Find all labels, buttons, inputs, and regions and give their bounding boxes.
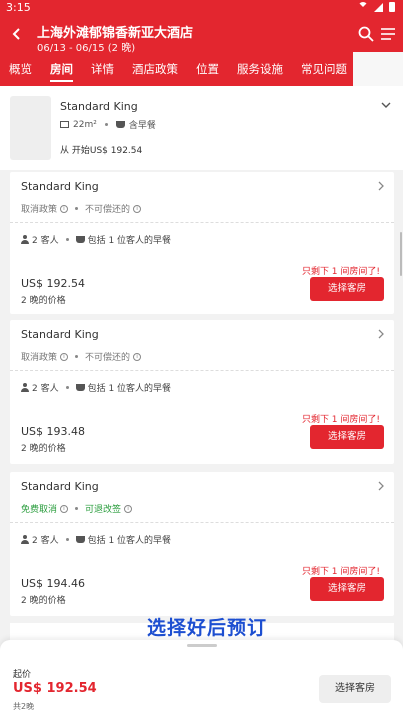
cancellation-policy[interactable]: 免费取消 i 可退改签 i [21, 502, 133, 515]
divider [10, 370, 394, 371]
room-features: 22m² 含早餐 [60, 118, 156, 131]
rooms-left-notice: 只剩下 1 间房间了! [301, 415, 380, 425]
policy-label: 取消政策 [21, 353, 58, 363]
starting-price-label: 起价 [13, 670, 32, 680]
cancellation-policy[interactable]: 取消政策 i 不可偿还的 i [21, 350, 142, 363]
rooms-left-notice: 只剩下 1 间房间了! [301, 567, 380, 577]
rate-offer-card[interactable]: Standard King 免费取消 i 可退改签 i 2 客人 包括 1 位客… [10, 472, 394, 616]
tab-overview[interactable]: 概览 [0, 52, 41, 86]
guests-and-meal: 2 客人 包括 1 位客人的早餐 [21, 233, 171, 246]
policy-detail: 可退改签 [85, 505, 122, 515]
chevron-right-icon[interactable] [377, 328, 385, 340]
offer-price-note: 2 晚的价格 [21, 596, 66, 606]
breakfast-label: 含早餐 [128, 121, 156, 131]
person-icon [21, 535, 29, 544]
offer-price-note: 2 晚的价格 [21, 444, 66, 454]
status-bar: 3:15 [0, 0, 403, 16]
tab-hotel-policy[interactable]: 酒店政策 [123, 52, 187, 86]
divider [10, 222, 394, 223]
offer-room-name: Standard King [21, 180, 99, 193]
tab-overflow-area [353, 52, 403, 86]
offer-room-name: Standard King [21, 328, 99, 341]
room-size: 22m² [73, 119, 97, 130]
search-icon[interactable] [358, 26, 374, 42]
guest-count: 2 客人 [32, 536, 59, 546]
tab-faq[interactable]: 常见问题 [292, 52, 356, 86]
guests-and-meal: 2 客人 包括 1 位客人的早餐 [21, 381, 171, 394]
offer-price: US$ 194.46 [21, 577, 86, 590]
info-icon[interactable]: i [60, 504, 69, 513]
separator-dot [104, 123, 108, 126]
breakfast-icon [75, 536, 85, 543]
menu-icon[interactable] [381, 28, 395, 40]
info-icon[interactable]: i [60, 352, 69, 361]
system-icons [358, 2, 395, 12]
guests-and-meal: 2 客人 包括 1 位客人的早餐 [21, 533, 171, 546]
app-header: 3:15 上海外滩郁锦香新亚大酒店 06/13 - 06/15 (2 晚) 概览… [0, 0, 403, 86]
room-thumbnail [10, 96, 51, 160]
info-icon[interactable]: i [124, 504, 133, 513]
tab-facilities[interactable]: 服务设施 [228, 52, 292, 86]
divider [10, 522, 394, 523]
chevron-down-icon[interactable] [381, 100, 391, 110]
signal-icon [374, 2, 383, 12]
battery-icon [389, 2, 395, 12]
select-room-button[interactable]: 选择客房 [310, 577, 384, 601]
guest-count: 2 客人 [32, 236, 59, 246]
room-from-price: 从 开始US$ 192.54 [60, 146, 143, 156]
person-icon [21, 383, 29, 392]
back-arrow-icon[interactable] [10, 27, 24, 41]
select-room-main-button[interactable]: 选择客房 [319, 675, 391, 703]
room-summary-card[interactable]: Standard King 22m² 含早餐 从 开始US$ 192.54 [0, 86, 403, 170]
offer-price: US$ 192.54 [21, 277, 86, 290]
rate-offer-card[interactable]: Standard King 取消政策 i 不可偿还的 i 2 客人 包括 1 位… [10, 320, 394, 464]
separator-dot [65, 386, 69, 389]
room-name: Standard King [60, 100, 138, 113]
tab-location[interactable]: 位置 [187, 52, 228, 86]
separator-dot [75, 355, 79, 358]
meal-info: 包括 1 位客人的早餐 [87, 384, 172, 394]
offer-price-note: 2 晚的价格 [21, 296, 66, 306]
status-time: 3:15 [6, 1, 31, 14]
info-icon[interactable]: i [133, 352, 142, 361]
rooms-left-notice: 只剩下 1 间房间了! [301, 267, 380, 277]
info-icon[interactable]: i [60, 204, 69, 213]
drag-handle[interactable] [187, 644, 217, 647]
breakfast-icon [75, 236, 85, 243]
separator-dot [75, 207, 79, 210]
meal-info: 包括 1 位客人的早餐 [87, 536, 172, 546]
tab-rooms[interactable]: 房间 [41, 52, 82, 86]
chevron-right-icon[interactable] [377, 480, 385, 492]
policy-label: 免费取消 [21, 505, 58, 515]
instruction-caption: 选择好后预订 [147, 617, 268, 639]
cancellation-policy[interactable]: 取消政策 i 不可偿还的 i [21, 202, 142, 215]
scrollbar[interactable] [400, 232, 402, 276]
policy-label: 取消政策 [21, 205, 58, 215]
guest-count: 2 客人 [32, 384, 59, 394]
section-tabs: 概览 房间 详情 酒店政策 位置 服务设施 常见问题 [0, 52, 356, 86]
starting-price: US$ 192.54 [13, 681, 97, 696]
breakfast-icon [75, 384, 85, 391]
select-room-button[interactable]: 选择客房 [310, 425, 384, 449]
separator-dot [65, 538, 69, 541]
info-icon[interactable]: i [133, 204, 142, 213]
nights-count: 共2晚 [13, 702, 35, 711]
person-icon [21, 235, 29, 244]
rate-offer-card[interactable]: Standard King 取消政策 i 不可偿还的 i 2 客人 包括 1 位… [10, 172, 394, 314]
offer-price: US$ 193.48 [21, 425, 86, 438]
meal-info: 包括 1 位客人的早餐 [87, 236, 172, 246]
tab-details[interactable]: 详情 [82, 52, 123, 86]
separator-dot [75, 507, 79, 510]
policy-detail: 不可偿还的 [85, 205, 131, 215]
wifi-icon [358, 2, 368, 12]
separator-dot [65, 238, 69, 241]
policy-detail: 不可偿还的 [85, 353, 131, 363]
chevron-right-icon[interactable] [377, 180, 385, 192]
breakfast-icon [115, 121, 125, 128]
select-room-button[interactable]: 选择客房 [310, 277, 384, 301]
offer-room-name: Standard King [21, 480, 99, 493]
room-size-icon [60, 121, 69, 128]
bottom-price-bar: 起价 US$ 192.54 共2晚 选择客房 [0, 640, 403, 720]
